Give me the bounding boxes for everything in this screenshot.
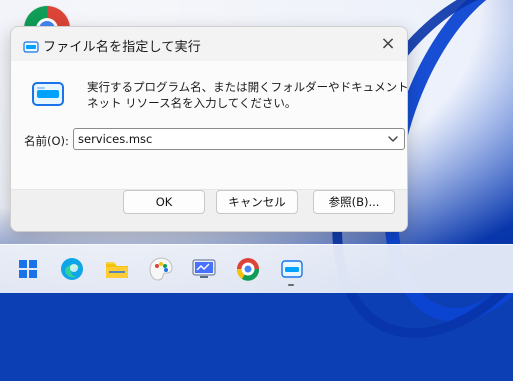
chevron-down-icon[interactable] — [382, 129, 404, 149]
taskbar — [0, 244, 513, 293]
run-icon — [23, 38, 39, 53]
dialog-description: 実行するプログラム名、または開くフォルダーやドキュメント名、インター ネット リ… — [87, 79, 407, 111]
run-taskbar-icon[interactable] — [278, 255, 306, 283]
edge-icon[interactable] — [58, 255, 86, 283]
cancel-button[interactable]: キャンセル — [216, 190, 298, 214]
dialog-title: ファイル名を指定して実行 — [43, 40, 202, 55]
dialog-description-line: ネット リソース名を入力してください。 — [87, 96, 297, 110]
remote-desktop-icon[interactable] — [190, 255, 218, 283]
name-input[interactable]: services.msc — [73, 128, 405, 150]
run-dialog: ファイル名を指定して実行 × 実行するプログラム名、または開くフォルダーやドキュ… — [10, 26, 408, 232]
dialog-titlebar: ファイル名を指定して実行 × — [11, 27, 407, 61]
chrome-icon[interactable] — [234, 255, 262, 283]
run-icon-large — [31, 81, 65, 107]
start-icon[interactable] — [14, 255, 42, 283]
file-explorer-icon[interactable] — [103, 255, 131, 283]
paint-icon[interactable] — [147, 255, 175, 283]
ok-button[interactable]: OK — [123, 190, 205, 214]
browse-button[interactable]: 参照(B)... — [313, 190, 395, 214]
name-label: 名前(O): — [24, 134, 69, 148]
taskbar-active-indicator — [288, 284, 294, 286]
dialog-description-line: 実行するプログラム名、または開くフォルダーやドキュメント名、インター — [87, 80, 407, 94]
close-icon[interactable]: × — [379, 35, 397, 53]
name-input-value: services.msc — [78, 132, 153, 146]
